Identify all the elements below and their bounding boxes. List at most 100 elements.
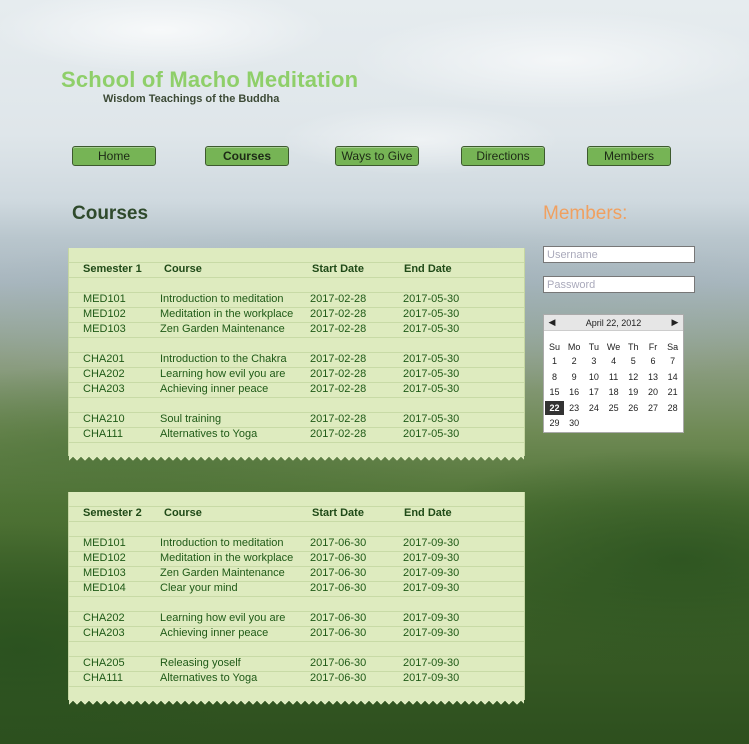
calendar-weekday: Th (628, 342, 639, 352)
calendar-month-label: April 22, 2012 (585, 318, 642, 328)
column-header: Start Date (312, 507, 364, 519)
calendar-day[interactable]: 20 (644, 385, 663, 399)
course-code: CHA202 (83, 368, 125, 380)
course-name: Soul training (160, 413, 222, 425)
calendar-day[interactable]: 8 (545, 370, 564, 384)
calendar-day[interactable]: 30 (565, 416, 584, 430)
end-date: 2017-09-30 (403, 627, 460, 639)
end-date: 2017-09-30 (403, 567, 460, 579)
start-date: 2017-02-28 (310, 428, 367, 440)
members-title: Members: (543, 203, 628, 224)
calendar-day[interactable]: 1 (545, 354, 564, 368)
column-header: End Date (404, 263, 452, 275)
course-code: CHA111 (83, 672, 123, 684)
course-code: MED101 (83, 537, 126, 549)
semester-2-course-table: Semester 2 Course Start Date End Date MED101… (68, 492, 525, 706)
calendar-day[interactable]: 2 (565, 354, 584, 368)
calendar-weekday: We (606, 342, 621, 352)
calendar-day[interactable]: 7 (663, 354, 682, 368)
calendar-weekday: Tu (588, 342, 599, 352)
course-name: Achieving inner peace (160, 627, 269, 639)
end-date: 2017-09-30 (403, 672, 460, 684)
calendar-day[interactable]: 21 (663, 385, 682, 399)
calendar-day[interactable]: 23 (565, 401, 584, 415)
course-code: MED103 (83, 567, 126, 579)
calendar-weekday: Su (548, 342, 560, 352)
column-header: End Date (404, 507, 452, 519)
course-code: CHA203 (83, 627, 125, 639)
start-date: 2017-06-30 (310, 552, 367, 564)
calendar-day[interactable]: 5 (624, 354, 643, 368)
calendar-day[interactable]: 28 (663, 401, 682, 415)
end-date: 2017-09-30 (403, 582, 460, 594)
calendar-day[interactable]: 15 (545, 385, 564, 399)
calendar-weekday: Sa (667, 342, 679, 352)
start-date: 2017-06-30 (310, 627, 367, 639)
calendar-day[interactable]: 16 (565, 385, 584, 399)
calendar-day[interactable]: 26 (624, 401, 643, 415)
start-date: 2017-06-30 (310, 657, 367, 669)
calendar-day[interactable]: 18 (604, 385, 623, 399)
course-name: Alternatives to Yoga (160, 428, 258, 440)
calendar-day[interactable]: 6 (644, 354, 663, 368)
course-code: CHA205 (83, 657, 125, 669)
end-date: 2017-05-30 (403, 323, 460, 335)
calendar-day[interactable]: 9 (565, 370, 584, 384)
nav-members-button[interactable]: Members (587, 146, 671, 166)
start-date: 2017-06-30 (310, 537, 367, 549)
page-title: Courses (72, 203, 149, 224)
course-code: MED104 (83, 582, 126, 594)
course-code: MED103 (83, 323, 126, 335)
end-date: 2017-09-30 (403, 552, 460, 564)
course-name: Meditation in the workplace (160, 308, 294, 320)
calendar-day[interactable]: 19 (624, 385, 643, 399)
calendar-day[interactable]: 13 (644, 370, 663, 384)
nav-courses-button[interactable]: Courses (205, 146, 289, 166)
calendar-day[interactable]: 14 (663, 370, 682, 384)
calendar-next-icon[interactable]: ▶ (669, 317, 681, 328)
calendar-day-selected[interactable]: 22 (545, 400, 564, 415)
start-date: 2017-02-28 (310, 368, 367, 380)
end-date: 2017-05-30 (403, 383, 460, 395)
calendar-day[interactable]: 3 (584, 354, 603, 368)
start-date: 2017-02-28 (310, 353, 367, 365)
calendar-prev-icon[interactable]: ◀ (546, 317, 558, 328)
column-header: Course (164, 507, 202, 519)
course-code: MED102 (83, 308, 126, 320)
site-subtitle: Wisdom Teachings of the Buddha (103, 93, 280, 105)
course-name: Zen Garden Maintenance (160, 323, 285, 335)
start-date: 2017-06-30 (310, 672, 367, 684)
end-date: 2017-05-30 (403, 293, 460, 305)
calendar-weekday: Fr (648, 342, 658, 352)
username-field[interactable] (543, 246, 695, 263)
calendar-day[interactable]: 17 (584, 385, 603, 399)
calendar-day[interactable]: 11 (604, 370, 623, 384)
course-name: Releasing yoself (160, 657, 241, 669)
calendar-day[interactable]: 4 (604, 354, 623, 368)
course-code: CHA202 (83, 612, 125, 624)
calendar-widget: April 22, 2012 ◀ ▶ Su Mo Tu We Th Fr Sa 1 2 3 4 5 6 7… (543, 314, 684, 433)
site-title: School of Macho Meditation (61, 67, 359, 92)
end-date: 2017-09-30 (403, 537, 460, 549)
calendar-day[interactable]: 25 (604, 401, 623, 415)
end-date: 2017-05-30 (403, 353, 460, 365)
calendar-day[interactable]: 24 (584, 401, 603, 415)
end-date: 2017-09-30 (403, 612, 460, 624)
course-name: Clear your mind (160, 582, 238, 594)
course-name: Alternatives to Yoga (160, 672, 258, 684)
calendar-day[interactable]: 27 (644, 401, 663, 415)
course-code: MED101 (83, 293, 126, 305)
course-name: Introduction to the Chakra (160, 353, 287, 365)
calendar-day[interactable]: 10 (584, 370, 603, 384)
column-header: Start Date (312, 263, 364, 275)
calendar-day[interactable]: 12 (624, 370, 643, 384)
password-field[interactable] (543, 276, 695, 293)
end-date: 2017-05-30 (403, 368, 460, 380)
nav-ways-to-give-button[interactable]: Ways to Give (335, 146, 419, 166)
course-code: CHA111 (83, 428, 123, 440)
calendar-weekday: Mo (567, 342, 581, 352)
nav-directions-button[interactable]: Directions (461, 146, 545, 166)
nav-home-button[interactable]: Home (72, 146, 156, 166)
calendar-day[interactable]: 29 (545, 416, 564, 430)
course-name: Meditation in the workplace (160, 552, 294, 564)
